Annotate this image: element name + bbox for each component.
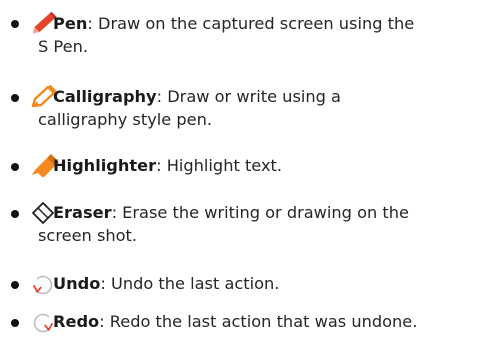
item-description-continued: S Pen. <box>38 37 88 56</box>
item-term: Undo <box>53 274 101 293</box>
eraser-icon <box>32 202 54 224</box>
bullet <box>11 163 19 171</box>
redo-icon <box>33 313 53 333</box>
tool-list: Pen: Draw on the captured screen using t… <box>0 0 483 338</box>
item-description: : Draw or write using a <box>156 87 341 106</box>
bullet <box>11 94 19 102</box>
item-description: : Erase the writing or drawing on the <box>111 203 409 222</box>
bullet <box>11 20 19 28</box>
undo-icon <box>33 275 53 295</box>
item-description: : Highlight text. <box>156 156 283 175</box>
bullet <box>11 319 19 327</box>
bullet <box>11 210 19 218</box>
item-term: Redo <box>53 312 100 331</box>
item-term: Calligraphy <box>53 87 157 106</box>
item-description: : Undo the last action. <box>100 274 280 293</box>
item-description: : Redo the last action that was undone. <box>99 312 418 331</box>
item-term: Highlighter <box>53 156 157 175</box>
item-description: : Draw on the captured screen using the <box>87 14 415 33</box>
item-description-continued: calligraphy style pen. <box>38 110 213 129</box>
item-term: Pen <box>53 14 88 33</box>
item-description-continued: screen shot. <box>38 226 138 245</box>
bullet <box>11 281 19 289</box>
item-term: Eraser <box>53 203 112 222</box>
